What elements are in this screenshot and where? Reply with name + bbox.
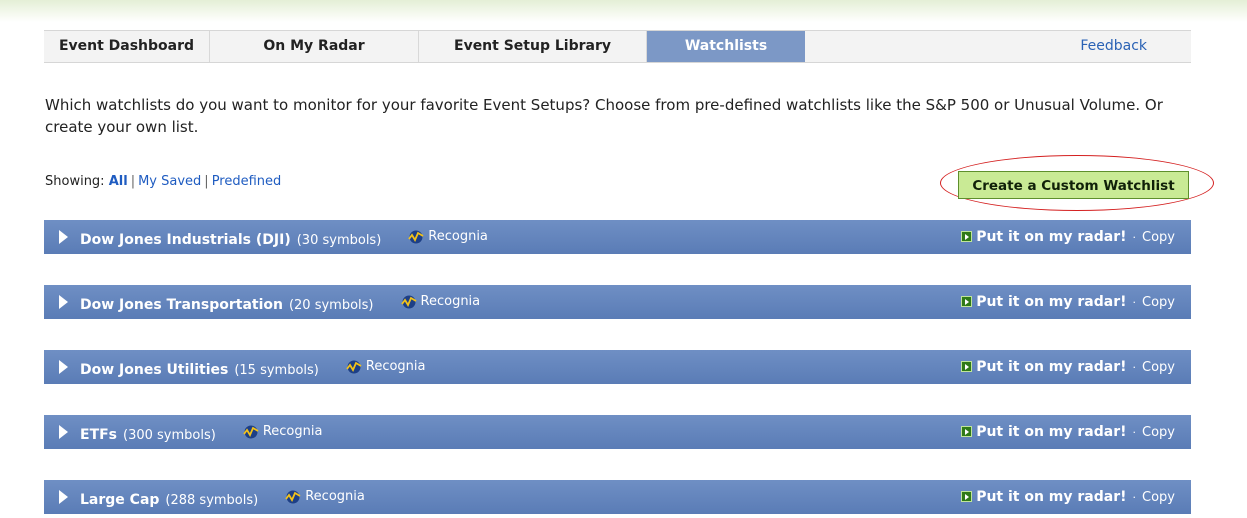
symbol-count: (300 symbols): [123, 428, 216, 443]
tab-event-setup-library[interactable]: Event Setup Library: [419, 31, 647, 62]
watchlist-filter: Showing: All | My Saved | Predefined: [45, 174, 281, 189]
radar-arrow-icon: [961, 361, 973, 372]
expand-triangle-icon[interactable]: [59, 230, 68, 244]
expand-triangle-icon[interactable]: [59, 425, 68, 439]
symbol-count: (30 symbols): [296, 233, 382, 248]
provider-label: Recognia: [305, 489, 365, 504]
put-on-radar-link[interactable]: Put it on my radar!: [976, 294, 1126, 310]
provider-label: Recognia: [420, 294, 481, 309]
watchlist-name[interactable]: Dow Jones Industrials (DJI): [80, 232, 291, 248]
put-on-radar-link[interactable]: Put it on my radar!: [976, 424, 1126, 440]
copy-link[interactable]: Copy: [1142, 490, 1175, 505]
provider-link[interactable]: Recognia: [400, 285, 481, 319]
create-custom-watchlist-button[interactable]: Create a Custom Watchlist: [958, 171, 1189, 199]
filter-separator: |: [130, 174, 136, 189]
radar-arrow-icon: [961, 491, 973, 502]
watchlist-name[interactable]: ETFs: [80, 427, 117, 443]
recognia-logo-icon: [346, 360, 362, 374]
copy-link[interactable]: Copy: [1142, 230, 1175, 245]
symbol-count: (20 symbols): [288, 298, 374, 313]
put-on-radar-link[interactable]: Put it on my radar!: [976, 359, 1126, 375]
radar-arrow-icon: [961, 426, 973, 437]
expand-triangle-icon[interactable]: [59, 360, 68, 374]
filter-predefined-link[interactable]: Predefined: [212, 174, 282, 189]
filter-label: Showing:: [45, 174, 105, 189]
put-on-radar-link[interactable]: Put it on my radar!: [976, 229, 1126, 245]
action-separator: ·: [1132, 361, 1137, 374]
provider-label: Recognia: [262, 424, 323, 439]
tab-event-dashboard[interactable]: Event Dashboard: [44, 31, 210, 62]
provider-label: Recognia: [428, 229, 488, 244]
watchlist-row: Dow Jones Transportation (20 symbols) Reco…: [44, 285, 1191, 319]
action-separator: ·: [1132, 491, 1137, 504]
recognia-logo-icon: [408, 230, 424, 244]
filter-separator: |: [204, 174, 209, 189]
feedback-link[interactable]: Feedback: [1080, 31, 1147, 62]
radar-arrow-icon: [961, 231, 973, 242]
tab-on-my-radar[interactable]: On My Radar: [210, 31, 419, 62]
put-on-radar-link[interactable]: Put it on my radar!: [976, 489, 1126, 505]
copy-link[interactable]: Copy: [1142, 295, 1175, 310]
provider-link[interactable]: Recognia: [407, 220, 488, 254]
provider-link[interactable]: Recognia: [284, 480, 365, 514]
expand-triangle-icon[interactable]: [59, 490, 68, 504]
radar-arrow-icon: [961, 296, 973, 307]
watchlist-name[interactable]: Dow Jones Utilities: [80, 362, 228, 378]
tab-watchlists[interactable]: Watchlists: [647, 31, 805, 62]
watchlist-row: ETFs (300 symbols) Recognia Put it on my r…: [44, 415, 1191, 449]
provider-link[interactable]: Recognia: [242, 415, 323, 449]
action-separator: ·: [1132, 426, 1137, 439]
main-tab-bar: Event Dashboard On My Radar Event Setup …: [44, 30, 1191, 63]
action-separator: ·: [1132, 296, 1137, 309]
filter-my-saved-link[interactable]: My Saved: [138, 174, 201, 189]
intro-text: Which watchlists do you want to monitor …: [45, 96, 1163, 136]
watchlist-row: Large Cap (288 symbols) Recognia Put it on…: [44, 480, 1191, 514]
watchlist-row: Dow Jones Industrials (DJI) (30 symbols) R…: [44, 220, 1191, 254]
action-separator: ·: [1132, 231, 1137, 244]
watchlist-name[interactable]: Large Cap: [80, 492, 159, 508]
filter-all-link[interactable]: All: [109, 174, 128, 189]
watchlist-name[interactable]: Dow Jones Transportation: [80, 297, 283, 313]
provider-link[interactable]: Recognia: [345, 350, 426, 384]
copy-link[interactable]: Copy: [1142, 360, 1175, 375]
provider-label: Recognia: [365, 359, 426, 374]
top-gradient-band: [0, 0, 1247, 22]
expand-triangle-icon[interactable]: [59, 295, 68, 309]
recognia-logo-icon: [285, 490, 301, 504]
copy-link[interactable]: Copy: [1142, 425, 1175, 440]
recognia-logo-icon: [243, 425, 259, 439]
recognia-logo-icon: [400, 295, 416, 309]
symbol-count: (288 symbols): [165, 493, 259, 508]
watchlist-row: Dow Jones Utilities (15 symbols) Recognia …: [44, 350, 1191, 384]
symbol-count: (15 symbols): [234, 363, 319, 378]
